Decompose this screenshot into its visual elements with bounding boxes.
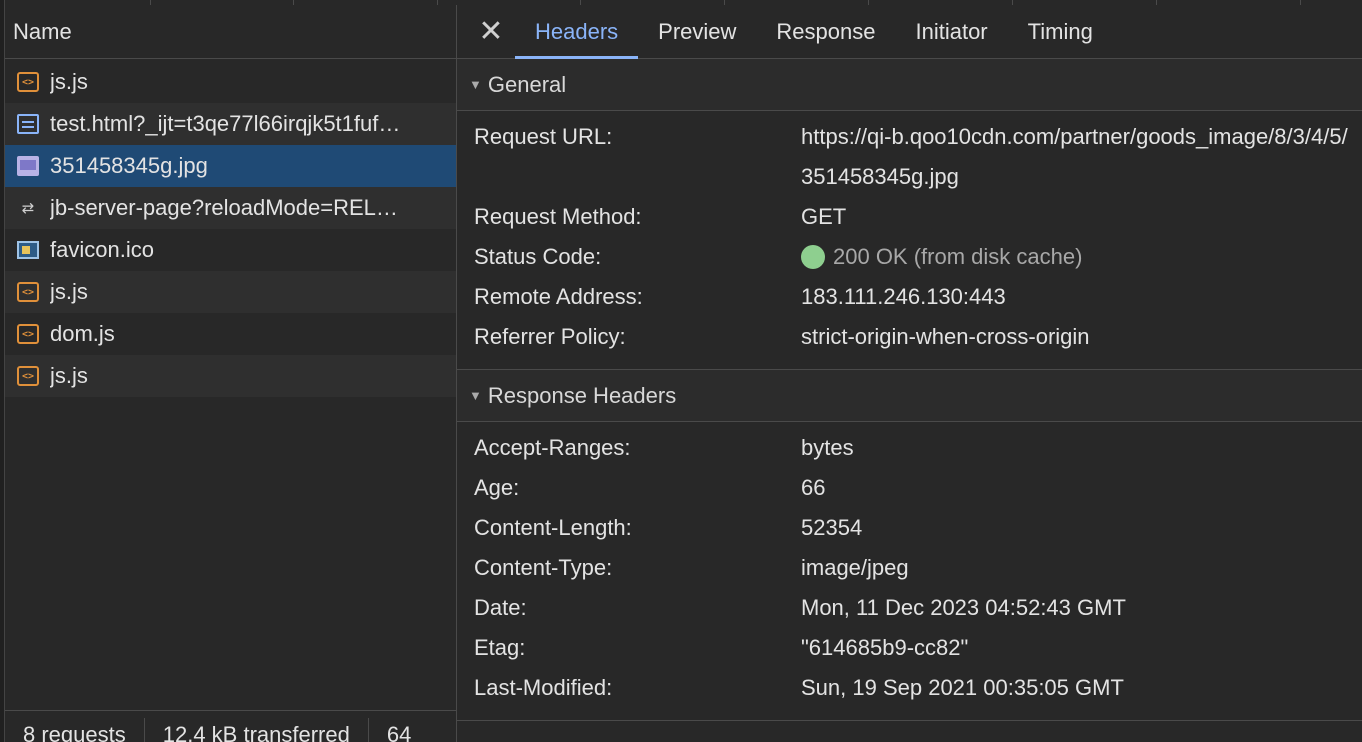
network-status-bar: 8 requests 12.4 kB transferred 64 (5, 710, 456, 742)
request-detail-panel: ✕ Headers Preview Response Initiator Tim… (457, 5, 1362, 742)
request-url-value[interactable]: https://qi-b.qoo10cdn.com/partner/goods_… (801, 117, 1362, 197)
header-key: Accept-Ranges: (474, 435, 631, 460)
status-code-value: 200 OK (from disk cache) (801, 237, 1362, 277)
name-column-label: Name (13, 18, 72, 44)
general-section: Request URL: https://qi-b.qoo10cdn.com/p… (457, 111, 1362, 370)
name-column-header[interactable]: Name (5, 5, 456, 59)
response-headers-section: Accept-Ranges: bytes Age: 66 Content-Len… (457, 422, 1362, 721)
request-count: 8 requests (5, 718, 145, 742)
header-key: Status Code: (474, 244, 602, 269)
tab-response[interactable]: Response (756, 5, 895, 59)
tab-label: Preview (658, 18, 737, 44)
header-row: Content-Type: image/jpeg (457, 548, 1362, 588)
favicon-file-icon (17, 241, 39, 259)
request-row[interactable]: ⇄ jb-server-page?reloadMode=REL… (5, 187, 456, 229)
resources-size: 64 (386, 722, 412, 742)
request-rows: <> js.js test.html?_ijt=t3qe77l66irqjk5t… (5, 61, 456, 397)
header-key: Date: (474, 595, 527, 620)
general-section-toggle[interactable]: ▼ General (457, 59, 1362, 111)
tab-label: Initiator (915, 18, 988, 44)
section-title: General (487, 71, 567, 97)
request-row-selected[interactable]: 351458345g.jpg (5, 145, 456, 187)
header-row: Remote Address: 183.111.246.130:443 (457, 277, 1362, 317)
header-row: Date: Mon, 11 Dec 2023 04:52:43 GMT (457, 588, 1362, 628)
request-method-value: GET (801, 204, 847, 229)
detail-tabbar: ✕ Headers Preview Response Initiator Tim… (457, 5, 1362, 59)
referrer-policy-value: strict-origin-when-cross-origin (801, 324, 1090, 349)
header-row: Accept-Ranges: bytes (457, 428, 1362, 468)
request-row[interactable]: favicon.ico (5, 229, 456, 271)
tab-label: Timing (1027, 18, 1093, 44)
header-key: Request Method: (474, 204, 642, 229)
tab-initiator[interactable]: Initiator (895, 5, 1007, 59)
header-value: 52354 (801, 515, 863, 540)
transferred-size: 12.4 kB transferred (145, 718, 369, 742)
triangle-down-icon: ▼ (469, 77, 482, 92)
header-value: Sun, 19 Sep 2021 00:35:05 GMT (801, 675, 1124, 700)
request-list-panel: Name <> js.js test.html?_ijt=t3qe77l66ir… (5, 5, 457, 742)
image-file-icon (17, 156, 39, 176)
request-name: 351458345g.jpg (50, 153, 208, 178)
header-key: Request URL: (474, 124, 613, 149)
request-row[interactable]: <> dom.js (5, 313, 456, 355)
status-ok-dot-icon (801, 245, 825, 269)
response-headers-section-toggle[interactable]: ▼ Response Headers (457, 370, 1362, 422)
header-value: image/jpeg (801, 555, 909, 580)
fetch-arrows-icon: ⇄ (21, 200, 35, 217)
request-row[interactable]: <> js.js (5, 271, 456, 313)
header-key: Last-Modified: (474, 675, 613, 700)
header-row: Status Code: 200 OK (from disk cache) (457, 237, 1362, 277)
request-name: js.js (50, 69, 88, 94)
header-key: Etag: (474, 635, 526, 660)
request-row[interactable]: test.html?_ijt=t3qe77l66irqjk5t1fuf… (5, 103, 456, 145)
status-code-text: 200 OK (from disk cache) (833, 244, 1083, 269)
header-value: bytes (801, 435, 854, 460)
header-key: Content-Type: (474, 555, 613, 580)
request-name: favicon.ico (50, 237, 154, 262)
tab-preview[interactable]: Preview (638, 5, 756, 59)
header-row: Request URL: https://qi-b.qoo10cdn.com/p… (457, 117, 1362, 197)
request-name: js.js (50, 363, 88, 388)
header-row: Content-Length: 52354 (457, 508, 1362, 548)
request-row[interactable]: <> js.js (5, 61, 456, 103)
request-name: js.js (50, 279, 88, 304)
script-file-icon: <> (17, 282, 39, 302)
header-value: "614685b9-cc82" (801, 635, 969, 660)
header-row: Etag: "614685b9-cc82" (457, 628, 1362, 668)
header-row: Last-Modified: Sun, 19 Sep 2021 00:35:05… (457, 668, 1362, 708)
request-name: test.html?_ijt=t3qe77l66irqjk5t1fuf… (50, 111, 401, 136)
header-key: Referrer Policy: (474, 324, 626, 349)
close-icon[interactable]: ✕ (467, 5, 515, 59)
script-file-icon: <> (17, 72, 39, 92)
request-name: dom.js (50, 321, 115, 346)
header-row: Age: 66 (457, 468, 1362, 508)
script-file-icon: <> (17, 324, 39, 344)
header-key: Remote Address: (474, 284, 643, 309)
remote-address-value: 183.111.246.130:443 (801, 284, 1006, 309)
tab-headers[interactable]: Headers (515, 5, 639, 59)
request-name: jb-server-page?reloadMode=REL… (50, 195, 398, 220)
tab-label: Headers (535, 18, 619, 44)
header-row: Referrer Policy: strict-origin-when-cros… (457, 317, 1362, 357)
request-row[interactable]: <> js.js (5, 355, 456, 397)
script-file-icon: <> (17, 366, 39, 386)
tab-timing[interactable]: Timing (1008, 5, 1113, 59)
document-file-icon (17, 114, 39, 134)
header-value: 66 (801, 475, 826, 500)
triangle-down-icon: ▼ (469, 388, 482, 403)
header-key: Age: (474, 475, 520, 500)
header-value: Mon, 11 Dec 2023 04:52:43 GMT (801, 595, 1126, 620)
tab-label: Response (776, 18, 876, 44)
section-title: Response Headers (487, 382, 677, 408)
header-row: Request Method: GET (457, 197, 1362, 237)
header-key: Content-Length: (474, 515, 632, 540)
